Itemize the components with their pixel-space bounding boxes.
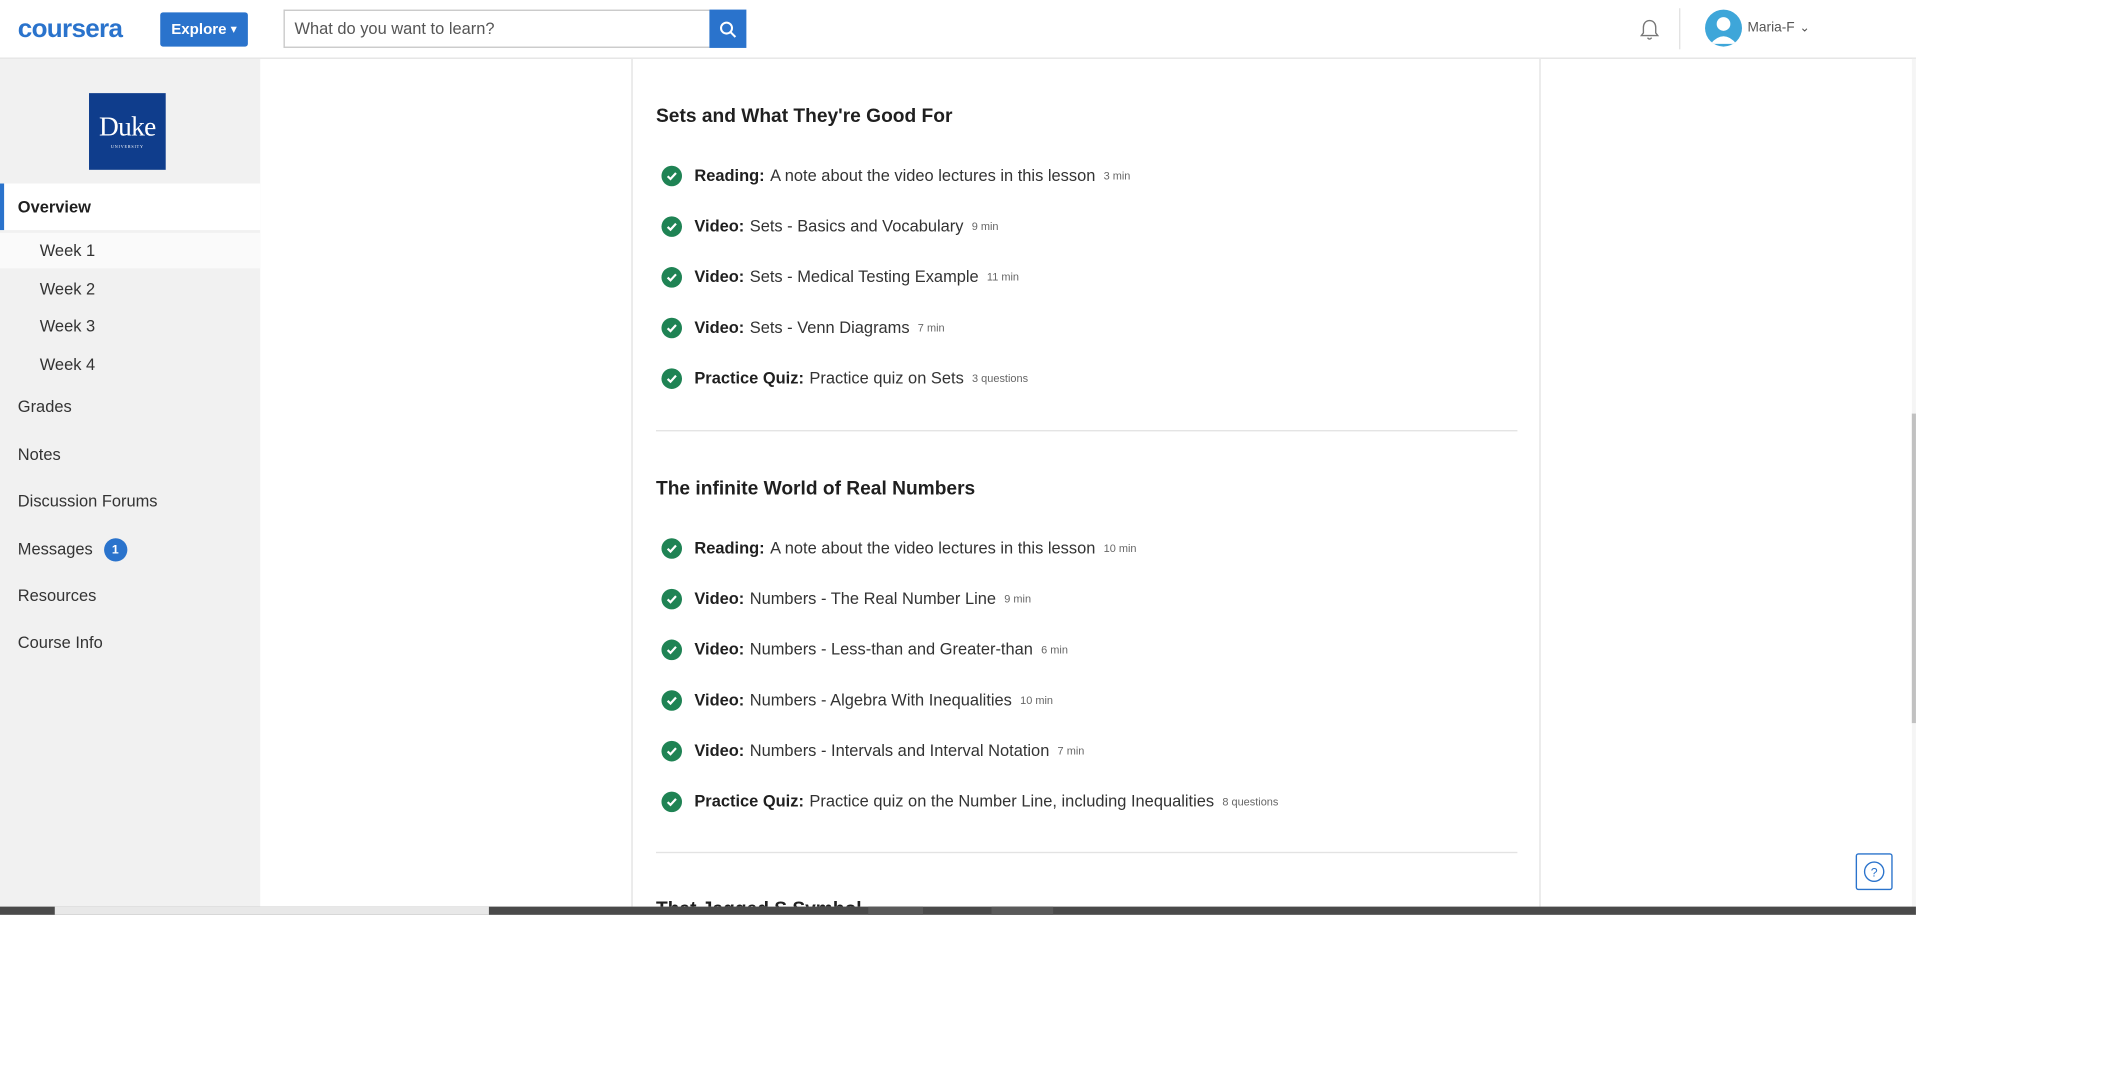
lesson-item[interactable]: Reading: A note about the video lectures… (661, 163, 1130, 188)
lesson-item[interactable]: Video: Sets - Basics and Vocabulary 9 mi… (661, 214, 999, 239)
sidebar-item-week-1[interactable]: Week 1 (0, 232, 261, 269)
check-circle-icon (661, 367, 683, 389)
explore-button[interactable]: Explore ▾ (160, 12, 248, 47)
item-type: Practice Quiz: (694, 368, 804, 388)
item-type: Reading: (694, 165, 765, 185)
sidebar-item-overview[interactable]: Overview (0, 183, 261, 231)
lesson-item[interactable]: Video: Sets - Venn Diagrams 7 min (661, 315, 945, 340)
item-duration: 8 questions (1222, 794, 1279, 808)
scrollbar-segment (54, 906, 489, 915)
search-button[interactable] (709, 9, 747, 48)
lesson-item[interactable]: Practice Quiz: Practice quiz on the Numb… (661, 789, 1278, 814)
sidebar-item-week-4[interactable]: Week 4 (0, 346, 260, 382)
item-type: Video: (694, 588, 745, 609)
lesson-divider (655, 430, 1518, 432)
lesson-title: Sets and What They're Good For (655, 104, 953, 126)
item-name: Practice quiz on the Number Line, includ… (809, 791, 1215, 811)
sidebar-item-course-info[interactable]: Course Info (0, 623, 260, 661)
lesson-title: The infinite World of Real Numbers (655, 476, 976, 499)
top-navigation-bar: coursera Explore ▾ Maria-F ⌄ (0, 0, 1916, 59)
item-type: Reading: (694, 538, 765, 558)
check-circle-icon (661, 790, 683, 812)
item-name: Sets - Basics and Vocabulary (749, 216, 964, 236)
item-type: Video: (694, 216, 745, 236)
item-duration: 7 min (1057, 744, 1085, 757)
week-content-panel: Sets and What They're Good For Reading: … (631, 58, 1541, 907)
scrollbar-thumb[interactable] (1911, 413, 1916, 724)
lesson-item[interactable]: Practice Quiz: Practice quiz on Sets 3 q… (661, 366, 1028, 391)
help-button[interactable]: ? (1855, 853, 1893, 891)
item-name: Sets - Venn Diagrams (749, 317, 910, 337)
item-duration: 11 min (986, 270, 1019, 283)
sidebar-item-week-3[interactable]: Week 3 (0, 308, 260, 344)
check-circle-icon (661, 215, 683, 237)
sidebar-item-notes[interactable]: Notes (0, 436, 260, 474)
item-name: Numbers - The Real Number Line (749, 588, 997, 609)
lesson-item[interactable]: Video: Numbers - Intervals and Interval … (661, 738, 1084, 763)
item-type: Video: (694, 317, 745, 337)
item-name: Sets - Medical Testing Example (749, 267, 979, 287)
item-name: A note about the video lectures in this … (770, 538, 1096, 558)
item-duration: 3 questions (972, 371, 1029, 385)
item-name: Practice quiz on Sets (809, 368, 964, 388)
header-divider (1679, 8, 1681, 50)
item-name: A note about the video lectures in this … (770, 165, 1096, 185)
check-circle-icon (661, 638, 683, 660)
item-duration: 10 min (1020, 693, 1053, 706)
sidebar-item-label: Messages (17, 539, 93, 559)
sidebar-item-resources[interactable]: Resources (0, 577, 260, 615)
university-logo[interactable]: Duke UNIVERSITY (89, 93, 166, 170)
chevron-down-icon[interactable]: ⌄ (1800, 21, 1810, 36)
unread-count-badge: 1 (103, 537, 127, 561)
sidebar-item-week-2[interactable]: Week 2 (0, 271, 260, 307)
coursera-logo[interactable]: coursera (18, 15, 123, 45)
search-icon (720, 20, 737, 38)
check-circle-icon (661, 689, 683, 711)
item-duration: 3 min (1103, 169, 1131, 182)
lesson-item[interactable]: Video: Numbers - The Real Number Line 9 … (661, 586, 1031, 611)
item-duration: 6 min (1041, 642, 1068, 656)
lesson-title: That Jagged S Symbol (656, 897, 862, 907)
sidebar-item-messages[interactable]: Messages 1 (0, 530, 260, 568)
sidebar-item-discussion-forums[interactable]: Discussion Forums (0, 482, 260, 520)
item-name: Numbers - Less-than and Greater-than (749, 639, 1033, 659)
item-duration: 9 min (1004, 592, 1032, 605)
item-type: Video: (694, 740, 745, 761)
item-duration: 10 min (1103, 541, 1137, 554)
check-circle-icon (661, 588, 683, 609)
avatar-icon[interactable] (1705, 9, 1743, 47)
search-bar (283, 9, 747, 48)
app-frame: coursera Explore ▾ Maria-F ⌄ (0, 0, 1916, 915)
lesson-divider (655, 851, 1518, 854)
scrollbar-segment (868, 906, 924, 915)
lesson-item[interactable]: Video: Numbers - Less-than and Greater-t… (661, 637, 1068, 662)
lesson-item[interactable]: Video: Sets - Medical Testing Example 11… (661, 264, 1019, 289)
lesson-item[interactable]: Video: Numbers - Algebra With Inequaliti… (661, 687, 1053, 712)
help-icon: ? (1863, 861, 1885, 882)
item-type: Video: (694, 639, 745, 659)
username[interactable]: Maria-F (1747, 21, 1794, 36)
item-name: Numbers - Intervals and Interval Notatio… (749, 740, 1050, 761)
item-duration: 9 min (971, 219, 999, 233)
check-circle-icon (661, 317, 683, 338)
sidebar-item-grades[interactable]: Grades (0, 388, 260, 426)
chevron-down-icon: ▾ (230, 21, 237, 36)
item-type: Practice Quiz: (694, 791, 804, 811)
scrollbar-segment (991, 906, 1054, 915)
course-sidebar: Duke UNIVERSITY Overview Week 1 Week 2 W… (0, 58, 261, 907)
check-circle-icon (661, 266, 683, 287)
bell-icon[interactable] (1638, 18, 1661, 43)
item-type: Video: (694, 267, 745, 287)
item-type: Video: (694, 690, 745, 710)
item-duration: 7 min (917, 321, 945, 334)
explore-label: Explore (171, 21, 227, 38)
check-circle-icon (661, 740, 683, 761)
lesson-item[interactable]: Reading: A note about the video lectures… (661, 535, 1136, 560)
search-input[interactable] (283, 9, 710, 48)
item-name: Numbers - Algebra With Inequalities (749, 690, 1012, 710)
check-circle-icon (661, 537, 683, 559)
check-circle-icon (661, 165, 683, 186)
